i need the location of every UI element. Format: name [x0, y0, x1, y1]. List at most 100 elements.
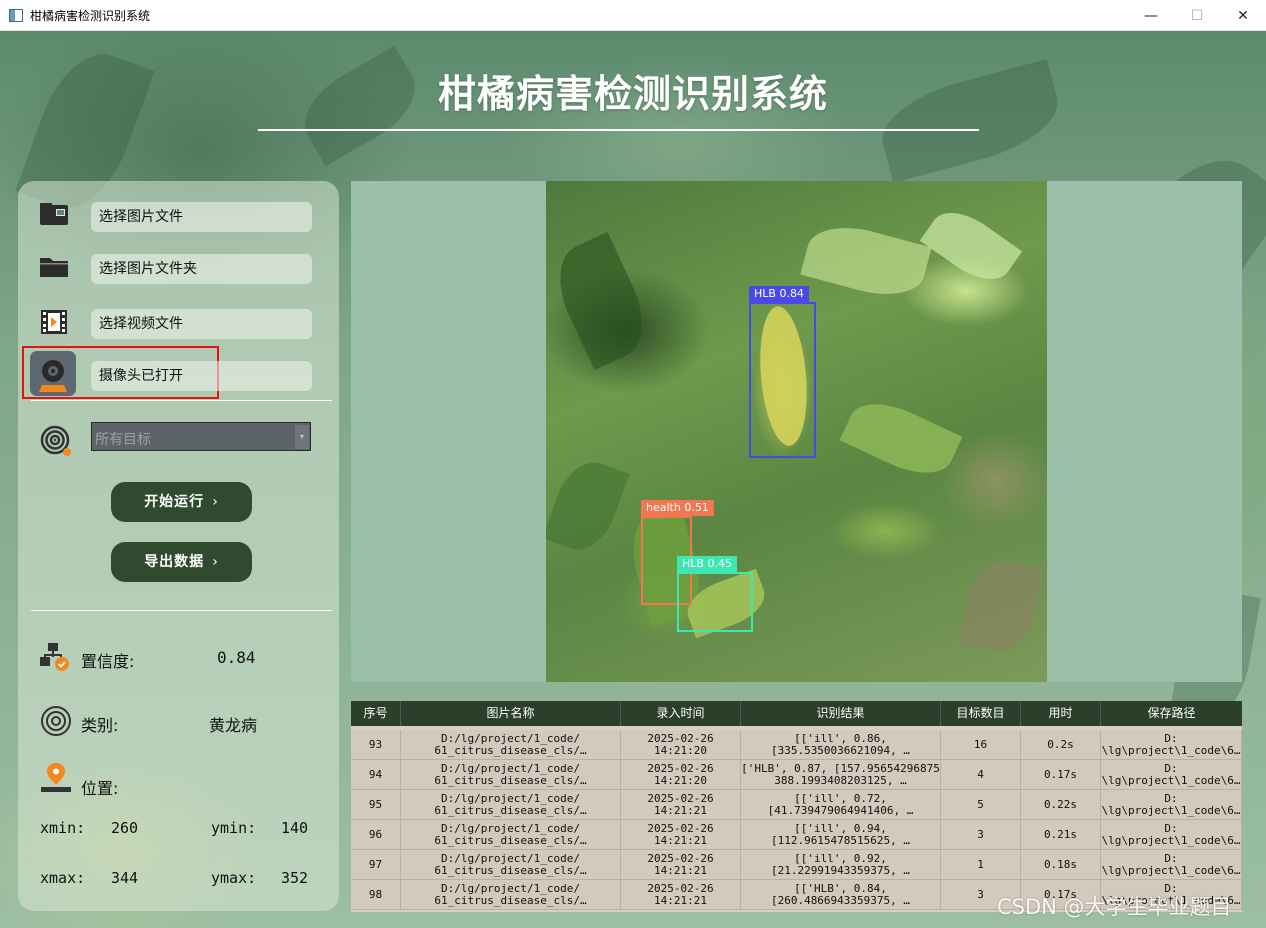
xmin-label: xmin: — [40, 819, 86, 837]
cell-elapsed: 0.22s — [1021, 790, 1101, 820]
class-icon — [41, 706, 71, 736]
cell-record-time: 2025-02-26 14:21:20 — [621, 730, 741, 760]
cell-save-path: D: \lg\project\1_code\6… — [1101, 850, 1242, 880]
cell-record-time: 2025-02-26 14:21:21 — [621, 880, 741, 910]
window-controls: — ☐ ✕ — [1128, 0, 1266, 31]
select-video-file-button[interactable]: 选择视频文件 — [91, 309, 312, 339]
cell-target-count: 5 — [941, 790, 1021, 820]
confidence-value: 0.84 — [217, 648, 256, 667]
column-header-save-path[interactable]: 保存路径 — [1101, 701, 1242, 726]
target-filter-value: 所有目标 — [95, 432, 151, 448]
chevron-right-icon: › — [212, 494, 219, 510]
cell-result: [['ill', 0.92, [21.22991943359375, … — [741, 850, 941, 880]
ymax-label: ymax: — [211, 869, 257, 887]
cell-index: 95 — [351, 790, 401, 820]
photo-leaf — [958, 555, 1044, 657]
table-body: 93 D:/lg/project/1_code/ 61_citrus_disea… — [351, 730, 1242, 910]
cell-elapsed: 0.2s — [1021, 730, 1101, 760]
cell-target-count: 1 — [941, 850, 1021, 880]
column-header-index[interactable]: 序号 — [351, 701, 401, 726]
photo-leaf — [546, 231, 659, 371]
column-header-elapsed[interactable]: 用时 — [1021, 701, 1101, 726]
cell-target-count: 4 — [941, 760, 1021, 790]
minimize-button[interactable]: — — [1128, 0, 1174, 31]
xmin-value: 260 — [111, 819, 139, 837]
watermark-text: CSDN @大学生毕业题目 — [997, 895, 1232, 919]
photo-leaf — [839, 390, 963, 487]
table-row[interactable]: 96 D:/lg/project/1_code/ 61_citrus_disea… — [351, 820, 1242, 850]
select-video-file-row[interactable]: 选择视频文件 — [18, 304, 339, 344]
detection-box — [677, 572, 753, 632]
ymax-value: 352 — [281, 869, 309, 887]
column-header-image-name[interactable]: 图片名称 — [401, 701, 621, 726]
window-title: 柑橘病害检测识别系统 — [30, 8, 151, 23]
ymin-value: 140 — [281, 819, 309, 837]
start-run-button[interactable]: 开始运行 › — [111, 482, 252, 522]
class-label: 类别: — [81, 716, 119, 735]
cell-record-time: 2025-02-26 14:21:21 — [621, 790, 741, 820]
camera-toggle-button[interactable]: 摄像头已打开 — [91, 361, 312, 391]
cell-result: [['HLB', 0.87, [157.95654296875, 388.199… — [741, 760, 941, 790]
folder-icon — [40, 258, 68, 277]
location-pin-icon — [41, 763, 71, 792]
detection-label: health 0.51 — [641, 500, 714, 516]
image-file-icon — [40, 203, 68, 225]
select-image-file-button[interactable]: 选择图片文件 — [91, 202, 312, 232]
table-header: 序号 图片名称 录入时间 识别结果 目标数目 用时 保存路径 — [351, 701, 1242, 726]
cell-index: 94 — [351, 760, 401, 790]
cell-save-path: D: \lg\project\1_code\6… — [1101, 820, 1242, 850]
cell-target-count: 16 — [941, 730, 1021, 760]
photo-leaf — [546, 453, 630, 559]
position-label: 位置: — [81, 779, 119, 798]
cell-record-time: 2025-02-26 14:21:20 — [621, 760, 741, 790]
cell-record-time: 2025-02-26 14:21:21 — [621, 820, 741, 850]
table-row[interactable]: 93 D:/lg/project/1_code/ 61_citrus_disea… — [351, 730, 1242, 760]
camera-toggle-row[interactable]: 摄像头已打开 — [18, 356, 339, 396]
select-image-folder-button[interactable]: 选择图片文件夹 — [91, 254, 312, 284]
xmax-label: xmax: — [40, 869, 86, 887]
cell-save-path: D: \lg\project\1_code\6… — [1101, 760, 1242, 790]
table-row[interactable]: 94 D:/lg/project/1_code/ 61_citrus_disea… — [351, 760, 1242, 790]
column-header-target-count[interactable]: 目标数目 — [941, 701, 1021, 726]
detection-label: HLB 0.84 — [749, 286, 809, 302]
control-sidebar: 选择图片文件 选择图片文件夹 选择视频文件 摄像头已打开 所有目标 ▾ 开始运行… — [18, 181, 339, 911]
confidence-label: 置信度: — [81, 652, 135, 671]
photo-leaf — [800, 216, 932, 306]
cell-elapsed: 0.18s — [1021, 850, 1101, 880]
cell-index: 97 — [351, 850, 401, 880]
column-header-result[interactable]: 识别结果 — [741, 701, 941, 726]
cell-result: [['ill', 0.72, [41.739479064941406, … — [741, 790, 941, 820]
select-image-file-row[interactable]: 选择图片文件 — [18, 197, 339, 237]
photo-leaf — [919, 199, 1023, 293]
select-image-folder-row[interactable]: 选择图片文件夹 — [18, 249, 339, 289]
export-data-button[interactable]: 导出数据 › — [111, 542, 252, 582]
main-window: 柑橘病害检测识别系统 选择图片文件 选择图片文件夹 选择视频文件 摄像头已打开 … — [0, 31, 1266, 928]
table-row[interactable]: 97 D:/lg/project/1_code/ 61_citrus_disea… — [351, 850, 1242, 880]
confidence-icon — [40, 643, 69, 671]
xmax-value: 344 — [111, 869, 139, 887]
cell-target-count: 3 — [941, 820, 1021, 850]
cell-image-name: D:/lg/project/1_code/ 61_citrus_disease_… — [401, 820, 621, 850]
close-button[interactable]: ✕ — [1220, 0, 1266, 31]
detection-result-image: HLB 0.84 health 0.51 HLB 0.45 — [546, 181, 1047, 682]
cell-result: [['ill', 0.86, [335.5350036621094, … — [741, 730, 941, 760]
cell-index: 96 — [351, 820, 401, 850]
title-divider — [258, 129, 979, 131]
column-header-record-time[interactable]: 录入时间 — [621, 701, 741, 726]
cell-elapsed: 0.21s — [1021, 820, 1101, 850]
table-row[interactable]: 95 D:/lg/project/1_code/ 61_citrus_disea… — [351, 790, 1242, 820]
cell-result: [['HLB', 0.84, [260.4866943359375, … — [741, 880, 941, 910]
chevron-right-icon: › — [212, 554, 219, 570]
app-window-icon — [9, 8, 23, 22]
chevron-down-icon[interactable]: ▾ — [295, 425, 309, 449]
detection-box — [749, 302, 816, 458]
cell-record-time: 2025-02-26 14:21:21 — [621, 850, 741, 880]
video-file-icon — [41, 310, 67, 334]
sidebar-divider — [31, 400, 332, 401]
cell-save-path: D: \lg\project\1_code\6… — [1101, 790, 1242, 820]
window-titlebar: 柑橘病害检测识别系统 — ☐ ✕ — [0, 0, 1266, 31]
start-run-label: 开始运行 — [144, 494, 205, 510]
maximize-button[interactable]: ☐ — [1174, 0, 1220, 31]
target-filter-select[interactable]: 所有目标 ▾ — [91, 422, 311, 451]
ymin-label: ymin: — [211, 819, 257, 837]
